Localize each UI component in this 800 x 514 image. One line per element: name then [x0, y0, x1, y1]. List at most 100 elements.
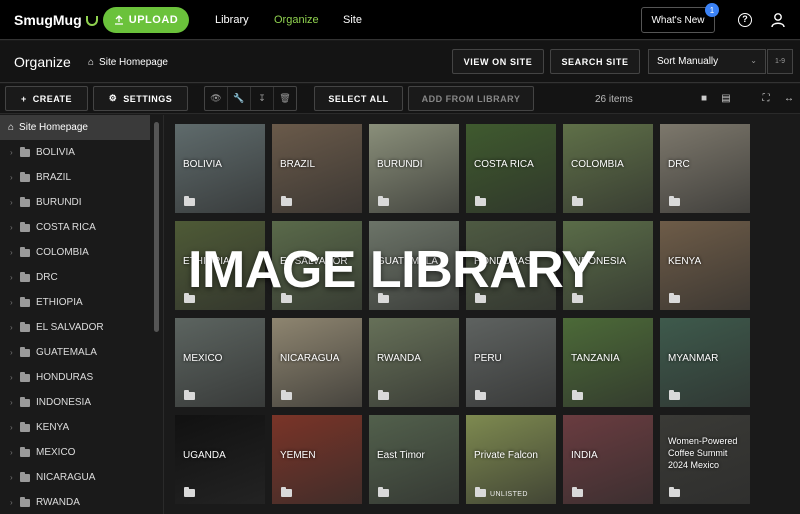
- tile-label: Women-Powered Coffee Summit 2024 Mexico: [668, 436, 738, 470]
- folder-icon: [669, 487, 680, 497]
- sidebar-item-label: DRC: [36, 272, 58, 283]
- list-view-icon[interactable]: ▤: [720, 93, 732, 105]
- gallery-tile[interactable]: KENYA: [660, 221, 750, 310]
- sidebar-item-costa-rica[interactable]: › COSTA RICA: [0, 215, 150, 240]
- chevron-right-icon[interactable]: ›: [10, 423, 20, 432]
- sidebar-item-label: BURUNDI: [36, 197, 82, 208]
- sidebar-item-honduras[interactable]: › HONDURAS: [0, 365, 150, 390]
- folder-icon: [475, 196, 486, 206]
- folder-icon: [281, 390, 292, 400]
- chevron-right-icon[interactable]: ›: [10, 398, 20, 407]
- gallery-tile[interactable]: TANZANIA: [563, 318, 653, 407]
- chevron-right-icon[interactable]: ›: [10, 223, 20, 232]
- gallery-tile[interactable]: BURUNDI: [369, 124, 459, 213]
- gallery-tile[interactable]: COLOMBIA: [563, 124, 653, 213]
- chevron-right-icon[interactable]: ›: [10, 273, 20, 282]
- gallery-tile[interactable]: Private Falcon UNLISTED: [466, 415, 556, 504]
- sidebar-item-el-salvador[interactable]: › EL SALVADOR: [0, 315, 150, 340]
- chevron-right-icon[interactable]: ›: [10, 198, 20, 207]
- sidebar-item-rwanda[interactable]: › RWANDA: [0, 490, 150, 514]
- smile-logo-icon: [85, 16, 98, 26]
- smugmug-logo[interactable]: SmugMug: [14, 12, 98, 28]
- settings-button[interactable]: ⚙ SETTINGS: [93, 86, 188, 111]
- expand-icon[interactable]: ↔: [783, 93, 795, 105]
- fit-icon[interactable]: ⛶: [760, 93, 772, 105]
- home-icon: ⌂: [88, 57, 95, 68]
- search-site-button[interactable]: SEARCH SITE: [550, 49, 640, 74]
- sidebar-item-indonesia[interactable]: › INDONESIA: [0, 390, 150, 415]
- page-range[interactable]: 1-9: [767, 49, 793, 74]
- chevron-right-icon[interactable]: ›: [10, 348, 20, 357]
- sort-select[interactable]: Sort Manually ⌄: [648, 49, 766, 74]
- chevron-right-icon[interactable]: ›: [10, 298, 20, 307]
- gallery-tile[interactable]: COSTA RICA: [466, 124, 556, 213]
- sidebar-item-drc[interactable]: › DRC: [0, 265, 150, 290]
- nav-site[interactable]: Site: [343, 14, 362, 26]
- eye-icon[interactable]: 👁: [205, 87, 228, 110]
- view-on-site-button[interactable]: VIEW ON SITE: [452, 49, 544, 74]
- sort-value: Sort Manually: [657, 56, 719, 67]
- sidebar-item-label: GUATEMALA: [36, 347, 97, 358]
- select-all-button[interactable]: SELECT ALL: [314, 86, 403, 111]
- gallery-tile[interactable]: Women-Powered Coffee Summit 2024 Mexico: [660, 415, 750, 504]
- gallery-tile[interactable]: RWANDA: [369, 318, 459, 407]
- gallery-tile[interactable]: INDIA: [563, 415, 653, 504]
- sidebar-item-mexico[interactable]: › MEXICO: [0, 440, 150, 465]
- upload-button[interactable]: UPLOAD: [103, 7, 189, 33]
- chevron-right-icon[interactable]: ›: [10, 373, 20, 382]
- sidebar-item-kenya[interactable]: › KENYA: [0, 415, 150, 440]
- sidebar-item-label: RWANDA: [36, 497, 80, 508]
- gallery-tile[interactable]: UGANDA: [175, 415, 265, 504]
- gallery-tile[interactable]: BRAZIL: [272, 124, 362, 213]
- folder-icon: [20, 271, 30, 282]
- help-icon[interactable]: ?: [738, 13, 752, 27]
- gallery-tile[interactable]: DRC: [660, 124, 750, 213]
- gallery-tile[interactable]: NICARAGUA: [272, 318, 362, 407]
- sidebar-item-label: BOLIVIA: [36, 147, 75, 158]
- nav-library[interactable]: Library: [215, 14, 249, 26]
- watermark-text: IMAGE LIBRARY: [188, 241, 596, 299]
- whats-new-button[interactable]: What's New: [641, 7, 715, 33]
- nav-organize[interactable]: Organize: [274, 14, 319, 26]
- sidebar-item-bolivia[interactable]: › BOLIVIA: [0, 140, 150, 165]
- chevron-right-icon[interactable]: ›: [10, 448, 20, 457]
- folder-icon: [572, 196, 583, 206]
- tile-label: East Timor: [377, 450, 425, 461]
- add-from-library-button[interactable]: ADD FROM LIBRARY: [408, 86, 534, 111]
- unlisted-badge: UNLISTED: [490, 491, 528, 498]
- tile-label: NICARAGUA: [280, 353, 340, 364]
- user-icon[interactable]: [771, 12, 785, 28]
- gallery-tile[interactable]: PERU: [466, 318, 556, 407]
- gallery-tile[interactable]: MYANMAR: [660, 318, 750, 407]
- sidebar-item-burundi[interactable]: › BURUNDI: [0, 190, 150, 215]
- chevron-right-icon[interactable]: ›: [10, 148, 20, 157]
- chevron-right-icon[interactable]: ›: [10, 498, 20, 507]
- sidebar-item-ethiopia[interactable]: › ETHIOPIA: [0, 290, 150, 315]
- sidebar-item-colombia[interactable]: › COLOMBIA: [0, 240, 150, 265]
- chevron-right-icon[interactable]: ›: [10, 248, 20, 257]
- sidebar-item-label: NICARAGUA: [36, 472, 96, 483]
- sidebar-item-guatemala[interactable]: › GUATEMALA: [0, 340, 150, 365]
- chevron-right-icon[interactable]: ›: [10, 173, 20, 182]
- tile-label: TANZANIA: [571, 353, 620, 364]
- grid-view-icon[interactable]: ■: [698, 93, 710, 105]
- folder-icon: [669, 390, 680, 400]
- download-icon[interactable]: ↧: [251, 87, 274, 110]
- wrench-icon[interactable]: 🔧: [228, 87, 251, 110]
- gallery-tile[interactable]: YEMEN: [272, 415, 362, 504]
- gallery-tile[interactable]: MEXICO: [175, 318, 265, 407]
- folder-icon: [20, 196, 30, 207]
- tile-label: BRAZIL: [280, 159, 316, 170]
- sidebar-item-site-homepage[interactable]: ⌂ Site Homepage: [0, 115, 150, 140]
- tile-label: BURUNDI: [377, 159, 423, 170]
- trash-icon[interactable]: 🗑: [274, 87, 296, 110]
- chevron-right-icon[interactable]: ›: [10, 323, 20, 332]
- breadcrumb[interactable]: ⌂ Site Homepage: [88, 57, 168, 68]
- sidebar-scrollbar[interactable]: [154, 122, 159, 332]
- sidebar-item-nicaragua[interactable]: › NICARAGUA: [0, 465, 150, 490]
- sidebar-item-brazil[interactable]: › BRAZIL: [0, 165, 150, 190]
- gallery-tile[interactable]: East Timor: [369, 415, 459, 504]
- gallery-tile[interactable]: BOLIVIA: [175, 124, 265, 213]
- chevron-right-icon[interactable]: ›: [10, 473, 20, 482]
- create-button[interactable]: + CREATE: [5, 86, 88, 111]
